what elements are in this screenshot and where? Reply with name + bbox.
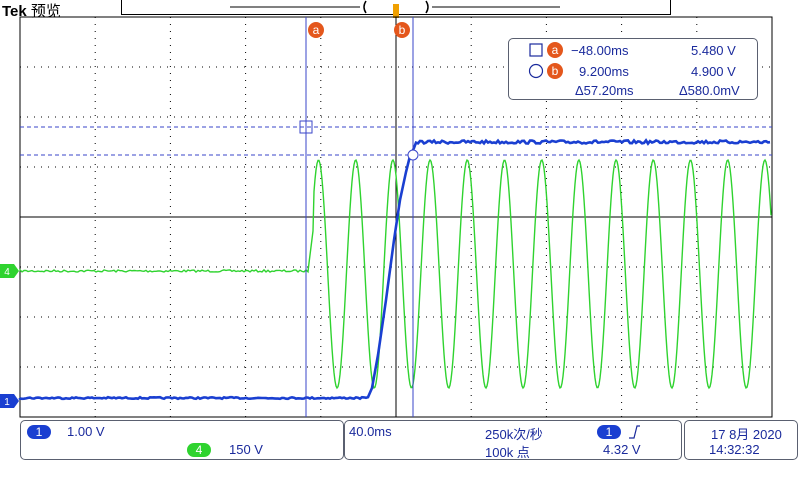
- readout-b-time: 9.200ms: [579, 64, 629, 79]
- datetime-panel: 17 8月 2020 14:32:32: [684, 420, 798, 460]
- record-bracket-right: [425, 0, 429, 14]
- readout-a-badge: a: [547, 42, 563, 58]
- rising-edge-icon: [629, 425, 640, 439]
- ch1-badge[interactable]: 1: [27, 425, 51, 439]
- cursor-a-square-icon: [529, 43, 543, 57]
- ch4-badge[interactable]: 4: [187, 443, 211, 457]
- ch1-scale: 1.00 V: [67, 424, 105, 439]
- sample-rate: 250k次/秒: [485, 427, 543, 442]
- cursor-b-circle-icon: [528, 63, 544, 79]
- record-length: 100k 点: [485, 445, 530, 460]
- readout-b-badge: b: [547, 63, 563, 79]
- ch1-waveform: [18, 138, 771, 401]
- readout-a-volt: 5.480 V: [691, 43, 736, 58]
- ch4-scale: 150 V: [229, 442, 263, 457]
- cursor-b-circle-marker: [407, 149, 419, 161]
- readout-b-volt: 4.900 V: [691, 64, 736, 79]
- readout-delta-volt: Δ580.0mV: [679, 83, 740, 98]
- time-label: 14:32:32: [709, 442, 760, 457]
- record-bracket-left: [363, 0, 367, 14]
- trigger-source-badge[interactable]: 1: [597, 425, 621, 439]
- timebase-scale: 40.0ms: [349, 424, 392, 439]
- readout-delta-time: Δ57.20ms: [575, 83, 634, 98]
- channel-scale-panel[interactable]: 1 1.00 V 4 150 V: [20, 420, 344, 460]
- date-label: 17 8月 2020: [711, 427, 782, 442]
- ch1-marker-label: 1: [4, 397, 10, 408]
- cursor-a-badge-label: a: [313, 23, 320, 37]
- cursor-b-badge-label: b: [399, 23, 406, 37]
- timebase-panel[interactable]: 40.0ms 250k次/秒 100k 点 1 4.32 V: [344, 420, 682, 460]
- trigger-level: 4.32 V: [603, 442, 641, 457]
- cursor-readout-panel: a −48.00ms 5.480 V b 9.200ms 4.900 V Δ57…: [508, 38, 758, 100]
- ch4-marker-label: 4: [4, 267, 10, 278]
- trigger-position-marker[interactable]: [393, 4, 399, 18]
- readout-a-time: −48.00ms: [571, 43, 629, 58]
